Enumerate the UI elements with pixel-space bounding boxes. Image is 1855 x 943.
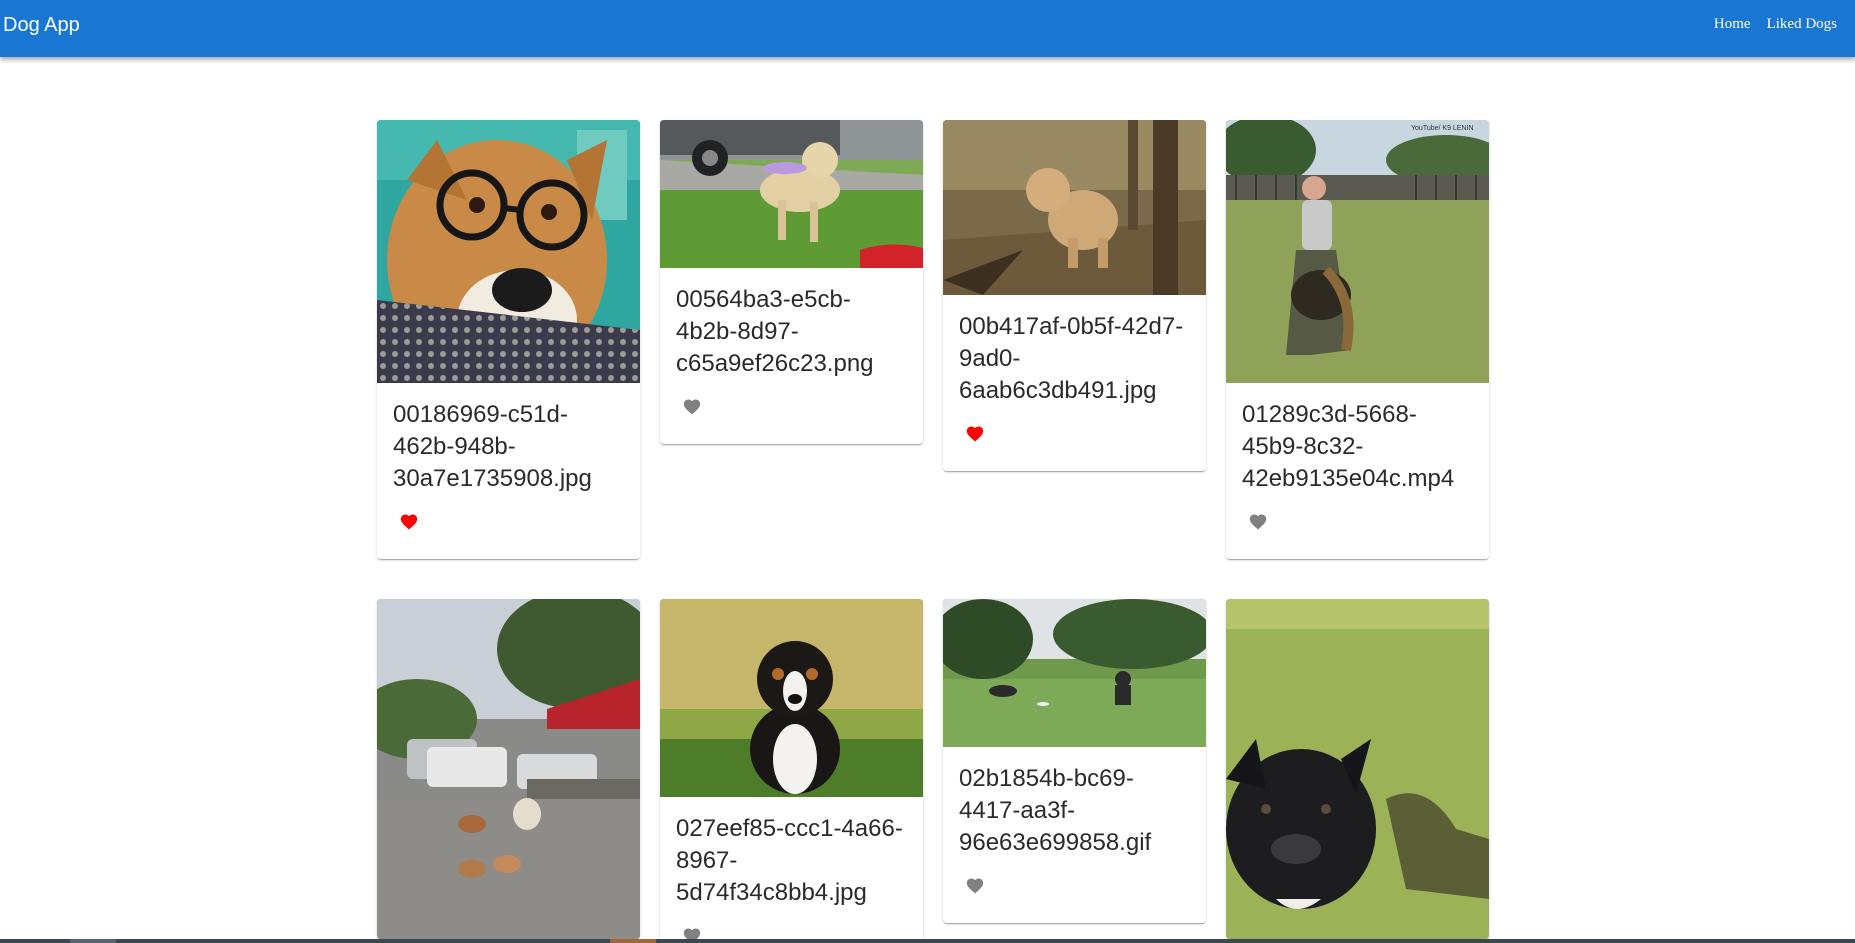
nav-liked-dogs-link[interactable]: Liked Dogs [1767, 16, 1837, 33]
heart-icon [965, 876, 985, 894]
heart-icon [965, 424, 985, 442]
dog-image [943, 120, 1206, 295]
app-bar: Dog App Home Liked Dogs [0, 0, 1855, 57]
bottom-strip [0, 939, 1855, 943]
dog-image: YouTube/ K9 LENIN [1226, 120, 1489, 383]
dog-image [377, 599, 640, 939]
dog-filename: 00b417af-0b5f-42d7-9ad0-6aab6c3db491.jpg [959, 313, 1184, 404]
dog-card[interactable]: YouTube/ K9 LENIN 01289c3d-5668-45b9-8c3… [1226, 120, 1489, 559]
like-button[interactable] [955, 865, 995, 905]
dog-card[interactable]: 00b417af-0b5f-42d7-9ad0-6aab6c3db491.jpg [943, 120, 1206, 471]
heart-icon [1248, 512, 1268, 530]
dog-card[interactable]: 00564ba3-e5cb-4b2b-8d97-c65a9ef26c23.png [660, 120, 923, 444]
nav-links: Home Liked Dogs [1714, 16, 1837, 33]
like-button[interactable] [672, 386, 712, 426]
like-button[interactable] [1238, 501, 1278, 541]
dog-filename: 027eef85-ccc1-4a66-8967-5d74f34c8bb4.jpg [676, 815, 903, 906]
dog-image [943, 599, 1206, 747]
dog-filename: 00564ba3-e5cb-4b2b-8d97-c65a9ef26c23.png [676, 286, 874, 377]
dog-image [660, 120, 923, 268]
like-button[interactable] [389, 501, 429, 541]
dog-filename: 00186969-c51d-462b-948b-30a7e1735908.jpg [393, 401, 592, 492]
dog-image [660, 599, 923, 797]
heart-icon [399, 512, 419, 530]
dog-card[interactable]: 00186969-c51d-462b-948b-30a7e1735908.jpg [377, 120, 640, 559]
dog-image [1226, 599, 1489, 939]
dog-card[interactable] [1226, 599, 1489, 939]
nav-home-link[interactable]: Home [1714, 16, 1751, 33]
dog-card[interactable] [377, 599, 640, 939]
like-button[interactable] [955, 413, 995, 453]
dog-filename: 02b1854b-bc69-4417-aa3f-96e63e699858.gif [959, 765, 1152, 856]
dog-card[interactable]: 02b1854b-bc69-4417-aa3f-96e63e699858.gif [943, 599, 1206, 923]
dog-image [377, 120, 640, 383]
heart-icon [682, 397, 702, 415]
dog-filename: 01289c3d-5668-45b9-8c32-42eb9135e04c.mp4 [1242, 401, 1455, 492]
svg-text:YouTube/ K9 LENIN: YouTube/ K9 LENIN [1411, 125, 1474, 132]
dog-card[interactable]: 027eef85-ccc1-4a66-8967-5d74f34c8bb4.jpg [660, 599, 923, 943]
app-title[interactable]: Dog App [3, 14, 80, 37]
dog-grid: 00186969-c51d-462b-948b-30a7e1735908.jpg [377, 120, 1489, 943]
